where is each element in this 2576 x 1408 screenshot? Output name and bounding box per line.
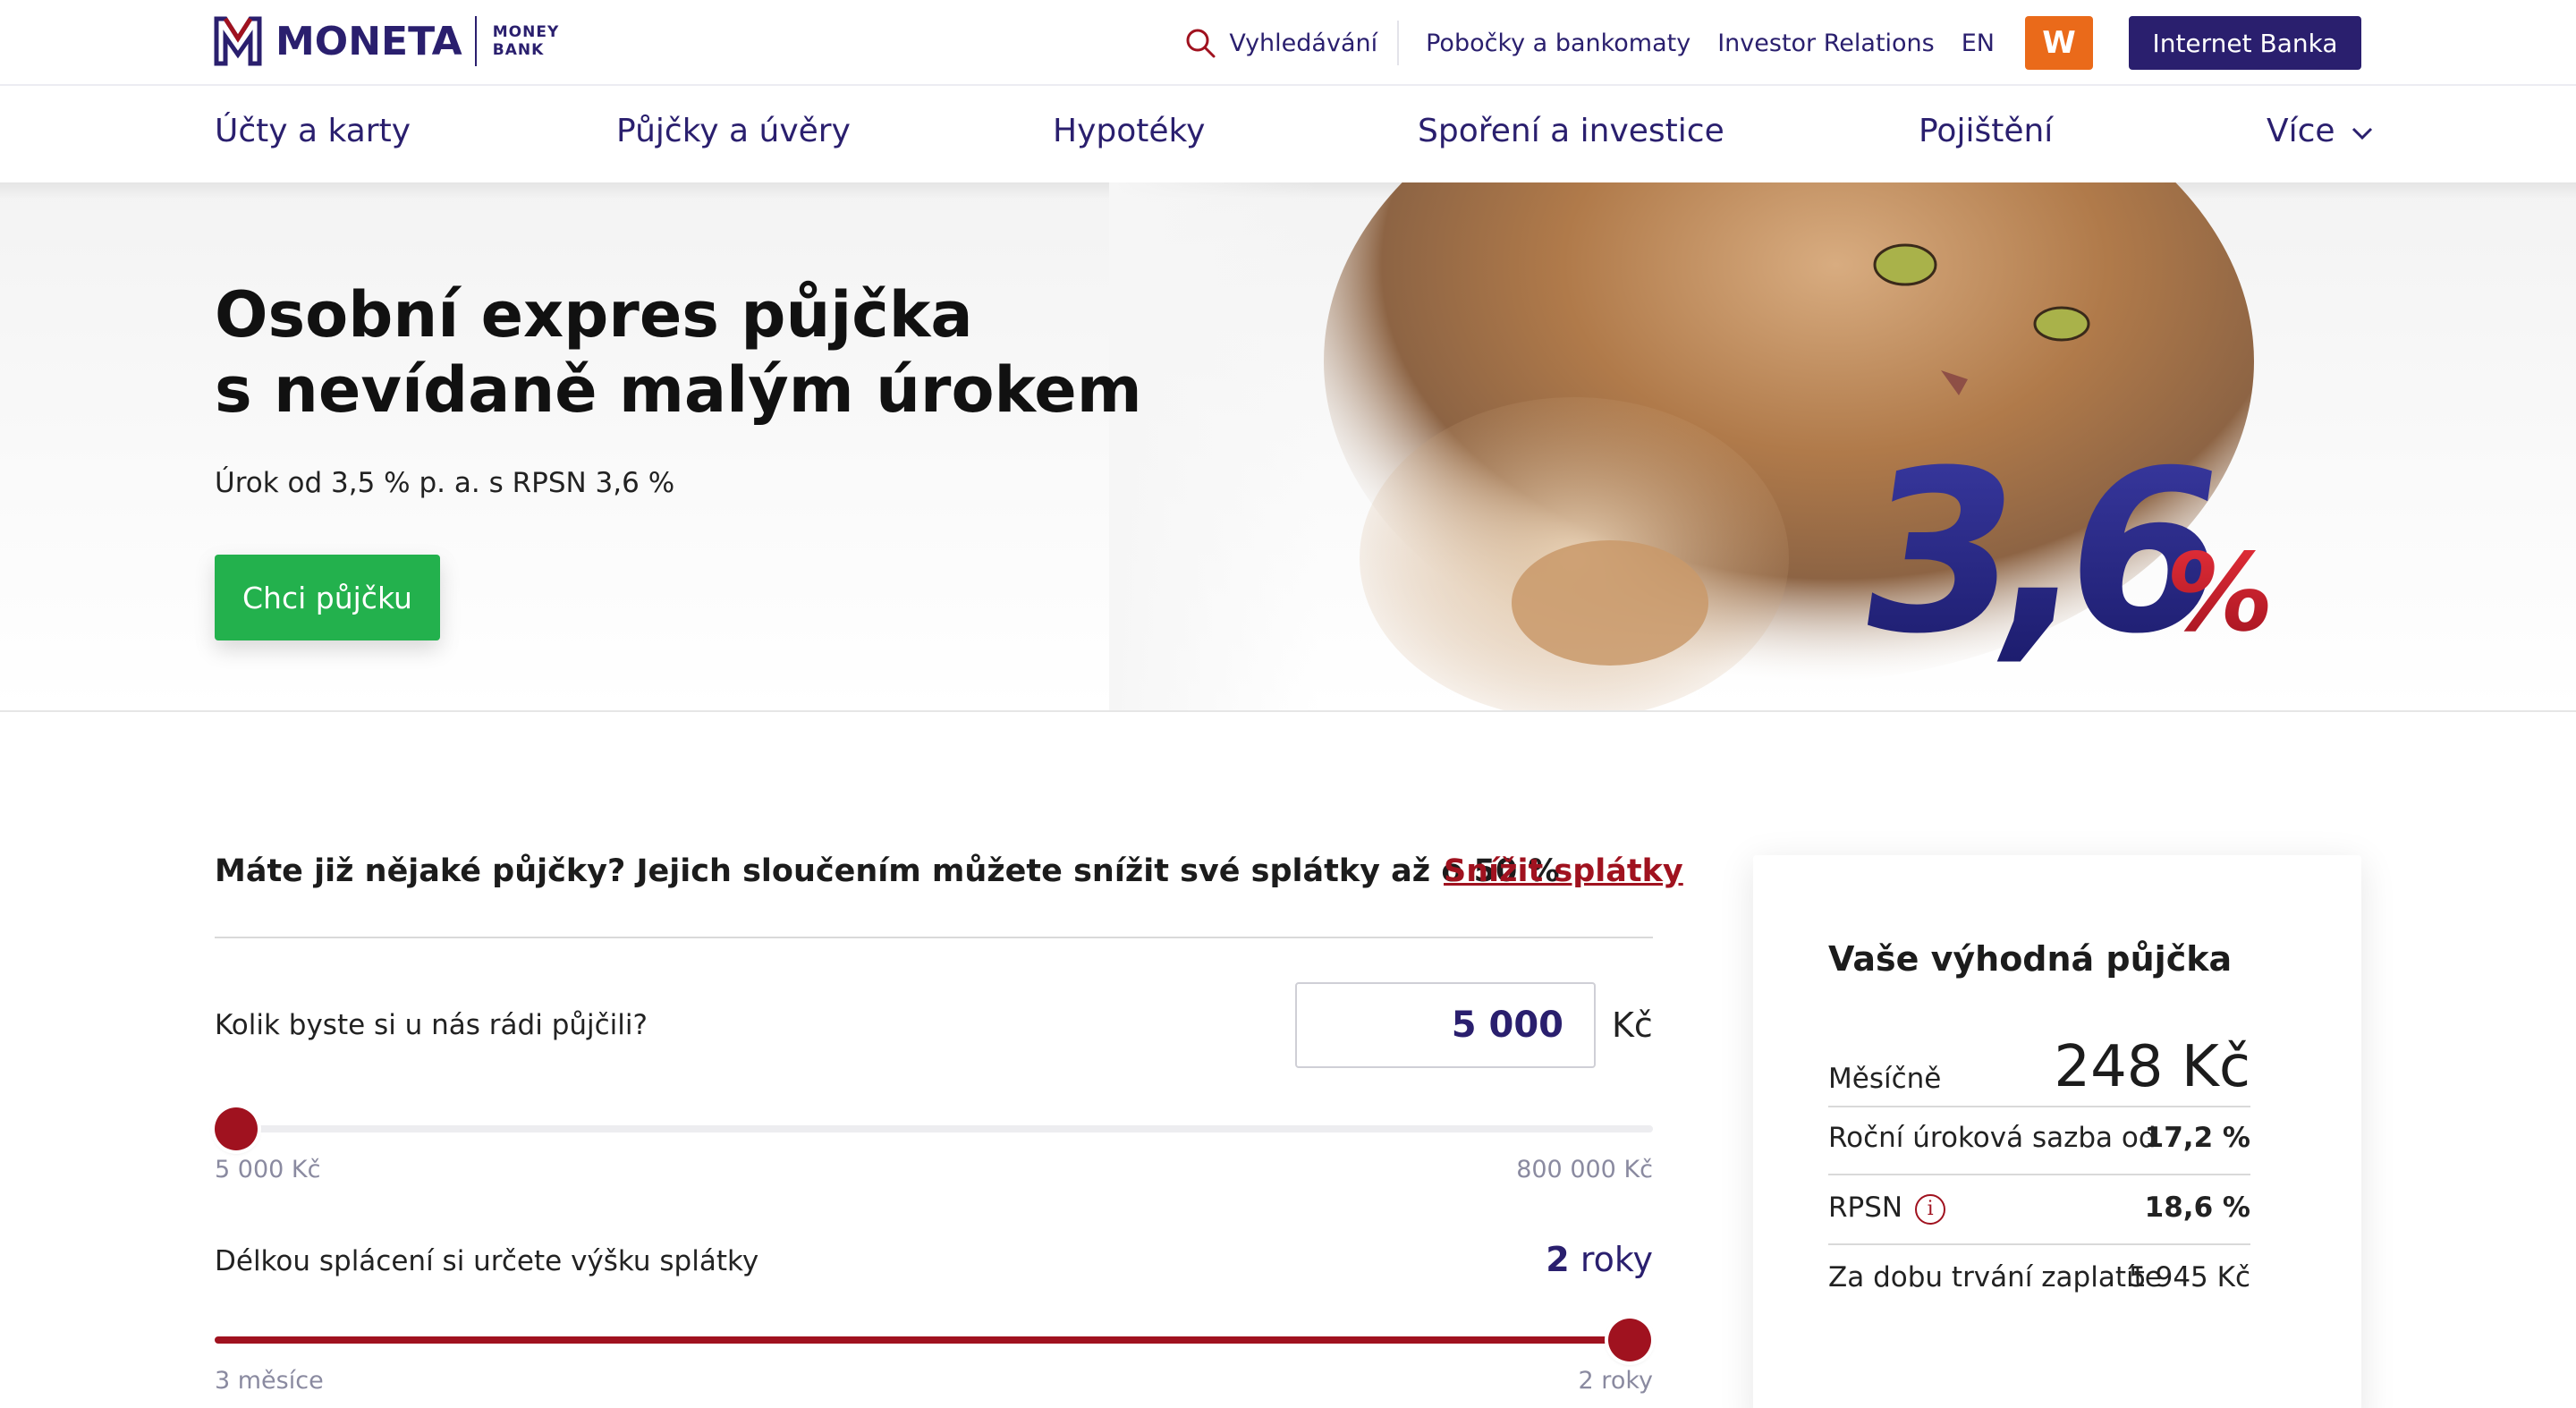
language-switch-en[interactable]: EN bbox=[1962, 30, 1995, 57]
logo-separator bbox=[474, 16, 477, 66]
amount-slider-track[interactable] bbox=[215, 1125, 1653, 1132]
w-button[interactable]: W bbox=[2025, 16, 2093, 70]
search-icon bbox=[1186, 29, 1216, 58]
amount-slider-min: 5 000 Kč bbox=[215, 1156, 321, 1183]
logo-subtitle: MONEY BANK bbox=[493, 23, 560, 59]
logo-wordmark: MONETA bbox=[275, 18, 462, 64]
monthly-value: 248 Kč bbox=[2054, 1034, 2250, 1100]
nav-more-label: Více bbox=[2267, 113, 2335, 149]
hero-cta-button[interactable]: Chci půjčku bbox=[215, 555, 440, 640]
amount-unit: Kč bbox=[1612, 1005, 1653, 1045]
consolidation-promo-text: Máte již nějaké půjčky? Jejich sloučením… bbox=[215, 853, 1560, 889]
logo-subtitle-line2: BANK bbox=[492, 41, 545, 59]
moneta-logo-mark-icon bbox=[214, 16, 262, 66]
branches-link[interactable]: Pobočky a bankomaty bbox=[1426, 30, 1690, 57]
badge-percent: % bbox=[2157, 531, 2272, 656]
hero-title-line1: Osobní expres půjčka bbox=[215, 278, 973, 352]
total-value: 5 945 Kč bbox=[2129, 1261, 2250, 1293]
chevron-down-icon bbox=[2351, 127, 2373, 140]
rpsn-value: 18,6 % bbox=[2144, 1192, 2250, 1224]
amount-question: Kolik byste si u nás rádi půjčili? bbox=[215, 1009, 648, 1041]
hero-subtitle: Úrok od 3,5 % p. a. s RPSN 3,6 % bbox=[215, 467, 675, 499]
main-nav: Účty a karty Půjčky a úvěry Hypotéky Spo… bbox=[0, 88, 2576, 182]
nav-item-mortgages[interactable]: Hypotéky bbox=[1053, 113, 1205, 149]
rate-label: Roční úroková sazba od bbox=[1828, 1122, 2157, 1154]
nav-item-loans[interactable]: Půjčky a úvěry bbox=[616, 113, 851, 149]
rate-value: 17,2 % bbox=[2144, 1122, 2250, 1154]
term-question: Délkou splácení si určete výšku splátky bbox=[215, 1245, 759, 1277]
term-value: 2 roky bbox=[1521, 1240, 1653, 1279]
summary-divider bbox=[1828, 1106, 2250, 1107]
term-value-number: 2 bbox=[1546, 1240, 1570, 1279]
rate-3d-badge: 3,6 % bbox=[1844, 423, 2272, 683]
hero-cat-illustration: 3,6 % bbox=[1109, 182, 2272, 710]
hero-banner: 3,6 % Osobní expres půjčka s nevídaně ma… bbox=[0, 182, 2576, 712]
internet-banking-button[interactable]: Internet Banka bbox=[2129, 16, 2361, 70]
term-value-unit: roky bbox=[1580, 1240, 1653, 1279]
calculator-divider bbox=[215, 937, 1653, 938]
term-slider-max: 2 roky bbox=[1578, 1367, 1653, 1395]
nav-item-accounts[interactable]: Účty a karty bbox=[215, 113, 411, 149]
info-icon[interactable]: i bbox=[1915, 1193, 1946, 1225]
nav-item-insurance[interactable]: Pojištění bbox=[1919, 113, 2053, 149]
search-link[interactable]: Vyhledávání bbox=[1184, 21, 1400, 65]
utility-nav: Vyhledávání Pobočky a bankomaty Investor… bbox=[1184, 16, 2361, 70]
loan-summary-card: Vaše výhodná půjčka Měsíčně 248 Kč Roční… bbox=[1753, 855, 2361, 1408]
reduce-payments-link[interactable]: Snížit splátky bbox=[1444, 853, 1683, 889]
top-bar: MONETA MONEY BANK Vyhledávání Pobočky a … bbox=[0, 0, 2576, 86]
amount-slider-handle[interactable] bbox=[215, 1107, 258, 1150]
summary-divider bbox=[1828, 1243, 2250, 1245]
term-slider-track[interactable] bbox=[215, 1336, 1630, 1344]
amount-input[interactable]: 5 000 bbox=[1295, 982, 1596, 1068]
amount-slider-max: 800 000 Kč bbox=[1516, 1156, 1653, 1183]
hero-title-line2: s nevídaně malým úrokem bbox=[215, 353, 1142, 427]
total-label: Za dobu trvání zaplatíte bbox=[1828, 1261, 2162, 1293]
term-slider-min: 3 měsíce bbox=[215, 1367, 324, 1395]
moneta-logo[interactable]: MONETA MONEY BANK bbox=[213, 13, 559, 70]
nav-item-savings[interactable]: Spoření a investice bbox=[1418, 113, 1724, 149]
rpsn-label: RPSN bbox=[1828, 1192, 1903, 1224]
monthly-label: Měsíčně bbox=[1828, 1063, 1942, 1095]
logo-subtitle-line1: MONEY bbox=[492, 23, 560, 41]
term-slider-handle[interactable] bbox=[1608, 1319, 1651, 1361]
summary-divider bbox=[1828, 1174, 2250, 1175]
nav-item-more[interactable]: Více bbox=[2267, 113, 2374, 149]
summary-title: Vaše výhodná půjčka bbox=[1828, 939, 2233, 979]
search-label: Vyhledávání bbox=[1229, 29, 1378, 57]
investor-relations-link[interactable]: Investor Relations bbox=[1717, 30, 1935, 57]
rpsn-label-wrap: RPSN i bbox=[1828, 1192, 1946, 1225]
hero-title: Osobní expres půjčka s nevídaně malým úr… bbox=[215, 277, 1199, 428]
